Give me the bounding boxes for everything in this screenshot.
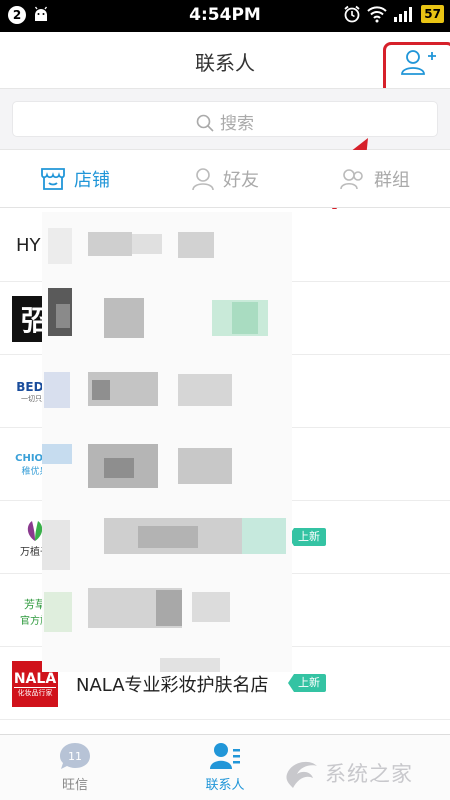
nav-contacts[interactable]: 联系人	[150, 735, 300, 800]
shop-icon	[41, 167, 65, 190]
watermark-logo-icon	[286, 761, 317, 788]
tab-shops[interactable]: 店铺	[0, 150, 150, 207]
search-area: 搜索	[0, 88, 450, 150]
tab-friends-label: 好友	[223, 169, 259, 191]
contacts-icon	[210, 743, 240, 769]
avatar-subtext: 化妆品行家	[17, 688, 53, 697]
nav-wangxin-label: 旺信	[61, 778, 88, 793]
new-tag: 上新	[288, 528, 326, 546]
tab-bar: 店铺 好友 群组	[0, 150, 450, 208]
nav-wangxin[interactable]: 11 旺信	[0, 735, 150, 800]
chat-icon: 11	[60, 743, 90, 769]
tab-groups[interactable]: 群组	[300, 150, 450, 207]
contact-name: HY	[16, 235, 41, 256]
nav-contacts-label: 联系人	[205, 778, 245, 793]
wangxin-badge: 11	[68, 750, 82, 763]
wifi-icon	[367, 6, 387, 23]
tab-groups-label: 群组	[374, 169, 410, 191]
contact-name: NALA专业彩妆护肤名店	[76, 675, 269, 696]
pixelated-mosaic	[42, 212, 292, 672]
search-placeholder: 搜索	[220, 114, 254, 134]
tab-friends[interactable]: 好友	[150, 150, 300, 207]
search-icon	[196, 114, 214, 132]
group-icon	[340, 168, 363, 189]
friend-icon	[192, 167, 214, 190]
alarm-icon	[344, 5, 360, 23]
tab-shops-label: 店铺	[74, 169, 110, 191]
watermark-text: 系统之家	[325, 762, 413, 786]
watermark: 系统之家	[283, 752, 443, 794]
status-bar: 2 4:54PM 57	[0, 0, 450, 32]
battery-level: 57	[421, 5, 444, 23]
new-tag: 上新	[288, 674, 326, 692]
signal-icon	[394, 7, 413, 22]
avatar-text: NALA	[13, 670, 57, 688]
